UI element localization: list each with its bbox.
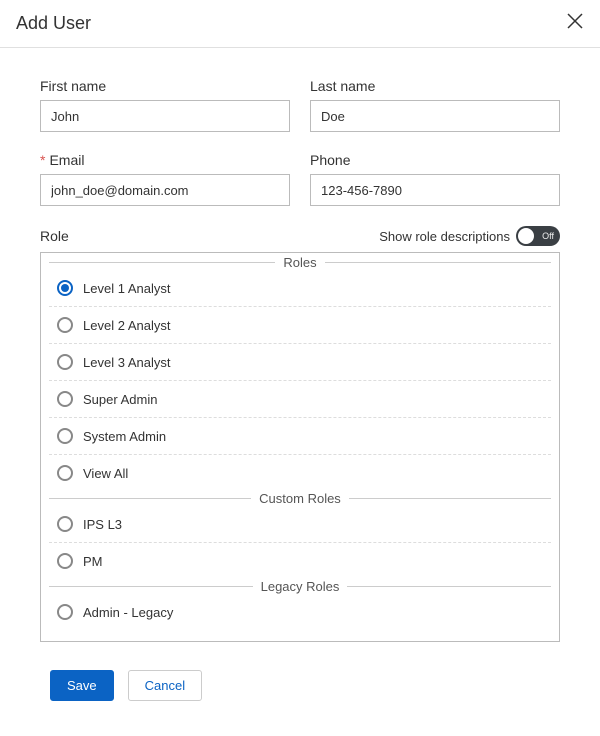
cancel-button[interactable]: Cancel xyxy=(128,670,202,701)
phone-input[interactable] xyxy=(310,174,560,206)
radio-icon[interactable] xyxy=(57,553,73,569)
first-name-label: First name xyxy=(40,78,290,94)
radio-icon[interactable] xyxy=(57,317,73,333)
role-option-label: View All xyxy=(83,466,128,481)
role-option-label: Level 3 Analyst xyxy=(83,355,170,370)
role-option[interactable]: Super Admin xyxy=(49,381,551,418)
radio-icon[interactable] xyxy=(57,391,73,407)
role-option-label: PM xyxy=(83,554,103,569)
radio-icon[interactable] xyxy=(57,428,73,444)
role-group-custom-legend: Custom Roles xyxy=(251,491,349,506)
field-last-name: Last name xyxy=(310,78,560,132)
last-name-input[interactable] xyxy=(310,100,560,132)
dialog-header: Add User xyxy=(0,0,600,48)
dialog-title: Add User xyxy=(16,13,91,34)
role-option[interactable]: Level 1 Analyst xyxy=(49,270,551,307)
radio-icon[interactable] xyxy=(57,354,73,370)
dialog-footer: Save Cancel xyxy=(0,652,600,731)
radio-icon[interactable] xyxy=(57,516,73,532)
role-group-roles-legend: Roles xyxy=(275,255,324,270)
email-input[interactable] xyxy=(40,174,290,206)
role-group-legacy-legend: Legacy Roles xyxy=(253,579,348,594)
field-email: *Email xyxy=(40,152,290,206)
radio-icon[interactable] xyxy=(57,604,73,620)
role-option[interactable]: Admin - Legacy xyxy=(49,594,551,630)
role-header: Role Show role descriptions Off xyxy=(40,226,560,246)
form-body: First name Last name *Email Phone Role S… xyxy=(0,48,600,652)
save-button[interactable]: Save xyxy=(50,670,114,701)
last-name-label: Last name xyxy=(310,78,560,94)
radio-icon[interactable] xyxy=(57,280,73,296)
role-option-label: IPS L3 xyxy=(83,517,122,532)
show-descriptions-toggle[interactable]: Off xyxy=(516,226,560,246)
close-icon[interactable] xyxy=(566,12,584,35)
role-option[interactable]: PM xyxy=(49,543,551,579)
role-option-label: Level 1 Analyst xyxy=(83,281,170,296)
first-name-input[interactable] xyxy=(40,100,290,132)
role-option[interactable]: Level 2 Analyst xyxy=(49,307,551,344)
field-first-name: First name xyxy=(40,78,290,132)
role-group-roles: Roles Level 1 Analyst Level 2 Analyst Le… xyxy=(49,255,551,491)
role-option-label: System Admin xyxy=(83,429,166,444)
role-option[interactable]: View All xyxy=(49,455,551,491)
role-group-legacy: Legacy Roles Admin - Legacy xyxy=(49,579,551,630)
role-option-label: Super Admin xyxy=(83,392,157,407)
role-option[interactable]: IPS L3 xyxy=(49,506,551,543)
role-group-custom: Custom Roles IPS L3 PM xyxy=(49,491,551,579)
role-option-label: Level 2 Analyst xyxy=(83,318,170,333)
role-option[interactable]: Level 3 Analyst xyxy=(49,344,551,381)
role-option[interactable]: System Admin xyxy=(49,418,551,455)
role-label: Role xyxy=(40,228,69,244)
toggle-knob-icon xyxy=(518,228,534,244)
radio-icon[interactable] xyxy=(57,465,73,481)
role-option-label: Admin - Legacy xyxy=(83,605,173,620)
toggle-label: Show role descriptions xyxy=(379,229,510,244)
phone-label: Phone xyxy=(310,152,560,168)
email-label: *Email xyxy=(40,152,290,168)
roles-listbox[interactable]: Roles Level 1 Analyst Level 2 Analyst Le… xyxy=(40,252,560,642)
field-phone: Phone xyxy=(310,152,560,206)
required-asterisk-icon: * xyxy=(40,152,45,168)
toggle-state-text: Off xyxy=(542,231,554,241)
